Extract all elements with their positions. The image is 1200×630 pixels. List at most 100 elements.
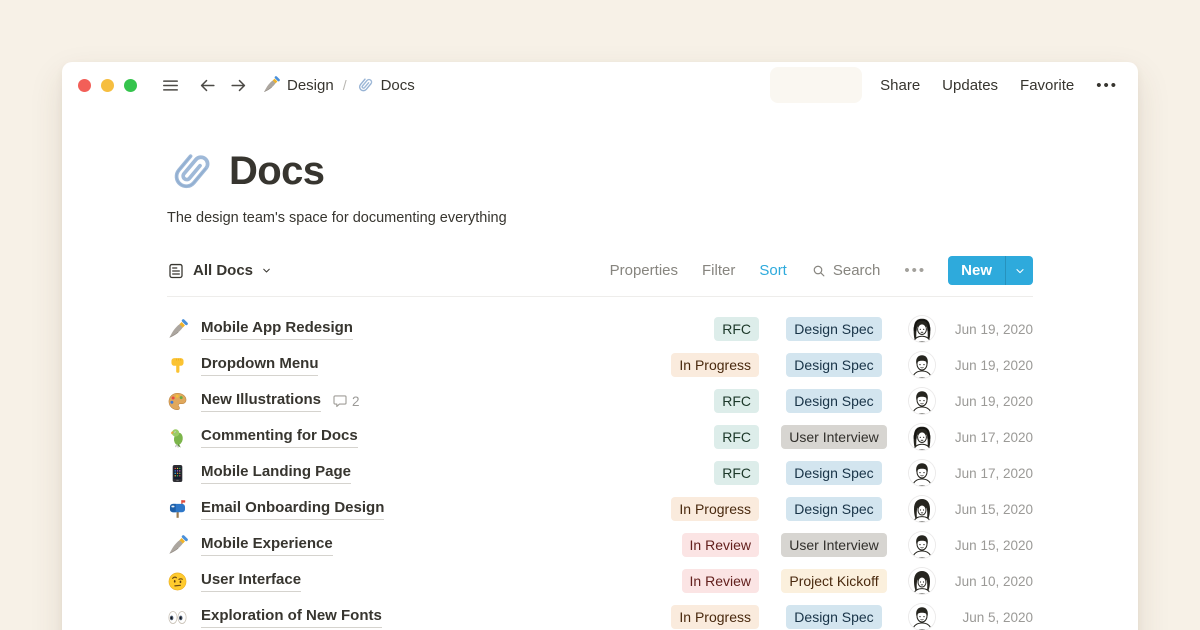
category-cell[interactable]: User Interview [772, 425, 896, 449]
avatar-man-icon [909, 352, 935, 378]
date-cell[interactable]: Jun 17, 2020 [947, 430, 1033, 445]
doc-title-link[interactable]: Mobile Landing Page [201, 462, 351, 484]
doc-title-link[interactable]: Commenting for Docs [201, 426, 358, 448]
close-window-button[interactable] [78, 79, 91, 92]
toolbar-more-button[interactable]: ••• [904, 262, 926, 279]
date-cell[interactable]: Jun 19, 2020 [947, 358, 1033, 373]
category-badge: Design Spec [786, 497, 881, 521]
category-badge: Design Spec [786, 605, 881, 629]
category-cell[interactable]: Design Spec [772, 605, 896, 629]
new-button-group: New [948, 256, 1033, 285]
search-button[interactable]: Search [811, 262, 881, 279]
status-badge: In Progress [671, 605, 759, 629]
date-cell[interactable]: Jun 10, 2020 [947, 574, 1033, 589]
status-cell[interactable]: RFC [641, 425, 759, 449]
status-badge: In Progress [671, 497, 759, 521]
share-button[interactable]: Share [880, 77, 920, 94]
doc-title-link[interactable]: Mobile App Redesign [201, 318, 353, 340]
status-cell[interactable]: RFC [641, 317, 759, 341]
category-cell[interactable]: Design Spec [772, 353, 896, 377]
status-cell[interactable]: In Progress [641, 353, 759, 377]
date-cell[interactable]: Jun 19, 2020 [947, 322, 1033, 337]
zoom-window-button[interactable] [124, 79, 137, 92]
avatar [909, 496, 935, 522]
avatar [909, 568, 935, 594]
category-cell[interactable]: Design Spec [772, 461, 896, 485]
paintbrush-icon [167, 319, 188, 340]
avatar-man-icon [909, 460, 935, 486]
date-cell[interactable]: Jun 17, 2020 [947, 466, 1033, 481]
view-toolbar: All Docs Properties Filter Sort Search •… [167, 256, 1033, 297]
pointing-down-icon [167, 355, 188, 376]
minimize-window-button[interactable] [101, 79, 114, 92]
doc-title-link[interactable]: Dropdown Menu [201, 354, 318, 376]
category-cell[interactable]: Design Spec [772, 317, 896, 341]
status-cell[interactable]: RFC [641, 389, 759, 413]
category-badge: Project Kickoff [781, 569, 886, 593]
status-badge: In Progress [671, 353, 759, 377]
doc-title-link[interactable]: New Illustrations [201, 390, 321, 412]
sort-button[interactable]: Sort [759, 262, 787, 279]
back-arrow-icon[interactable] [198, 76, 217, 95]
all-docs-view-icon [167, 262, 185, 280]
parrot-icon [167, 427, 188, 448]
docs-table: Mobile App Redesign RFC Design Spec Jun 19,… [167, 311, 1033, 630]
breadcrumb-docs[interactable]: Docs [356, 76, 415, 94]
filter-button[interactable]: Filter [702, 262, 735, 279]
date-cell[interactable]: Jun 19, 2020 [947, 394, 1033, 409]
category-badge: User Interview [781, 533, 886, 557]
category-cell[interactable]: Project Kickoff [772, 569, 896, 593]
table-row[interactable]: Email Onboarding Design In Progress Design… [167, 491, 1033, 527]
date-cell[interactable]: Jun 5, 2020 [947, 610, 1033, 625]
view-switcher[interactable]: All Docs [167, 262, 272, 280]
status-cell[interactable]: In Review [641, 569, 759, 593]
doc-title-link[interactable]: Mobile Experience [201, 534, 333, 556]
favorite-button[interactable]: Favorite [1020, 77, 1074, 94]
page-subtitle: The design team's space for documenting … [167, 210, 1033, 226]
category-badge: Design Spec [786, 389, 881, 413]
table-row[interactable]: New Illustrations 2 RFC Design Spec Jun 19, … [167, 383, 1033, 419]
status-badge: RFC [714, 425, 759, 449]
status-badge: RFC [714, 389, 759, 413]
date-cell[interactable]: Jun 15, 2020 [947, 502, 1033, 517]
breadcrumb-design[interactable]: Design [262, 76, 334, 94]
table-row[interactable]: Mobile Landing Page RFC Design Spec Jun 17,… [167, 455, 1033, 491]
table-row[interactable]: Mobile Experience In Review User Interview… [167, 527, 1033, 563]
breadcrumb: Design / Docs [262, 76, 415, 94]
comment-count[interactable]: 2 [332, 393, 360, 409]
more-options-button[interactable]: ••• [1096, 77, 1118, 94]
forward-arrow-icon[interactable] [229, 76, 248, 95]
avatar [909, 352, 935, 378]
doc-title-link[interactable]: Exploration of New Fonts [201, 606, 382, 628]
avatar [909, 532, 935, 558]
new-button[interactable]: New [948, 256, 1005, 285]
category-cell[interactable]: Design Spec [772, 389, 896, 413]
table-row[interactable]: Mobile App Redesign RFC Design Spec Jun 19,… [167, 311, 1033, 347]
window-topbar: Design / Docs Share Updates Favorite ••• [62, 62, 1138, 108]
category-cell[interactable]: Design Spec [772, 497, 896, 521]
table-row[interactable]: User Interface In Review Project Kickoff Ju… [167, 563, 1033, 599]
avatar-man-icon [909, 388, 935, 414]
status-badge: RFC [714, 461, 759, 485]
page-icon-paperclip[interactable] [167, 148, 214, 195]
date-cell[interactable]: Jun 15, 2020 [947, 538, 1033, 553]
properties-button[interactable]: Properties [610, 262, 678, 279]
mailbox-icon [167, 499, 188, 520]
doc-title-link[interactable]: User Interface [201, 570, 301, 592]
doc-title-link[interactable]: Email Onboarding Design [201, 498, 384, 520]
avatar [909, 460, 935, 486]
status-cell[interactable]: In Progress [641, 497, 759, 521]
table-row[interactable]: Commenting for Docs RFC User Interview Jun … [167, 419, 1033, 455]
table-row[interactable]: Exploration of New Fonts In Progress Desig… [167, 599, 1033, 630]
table-row[interactable]: Dropdown Menu In Progress Design Spec Jun 1… [167, 347, 1033, 383]
hamburger-menu-icon[interactable] [161, 76, 180, 95]
updates-button[interactable]: Updates [942, 77, 998, 94]
status-cell[interactable]: In Review [641, 533, 759, 557]
category-cell[interactable]: User Interview [772, 533, 896, 557]
category-badge: Design Spec [786, 461, 881, 485]
status-cell[interactable]: In Progress [641, 605, 759, 629]
app-window: Design / Docs Share Updates Favorite •••… [62, 62, 1138, 630]
new-button-caret[interactable] [1006, 265, 1033, 277]
status-cell[interactable]: RFC [641, 461, 759, 485]
category-badge: User Interview [781, 425, 886, 449]
